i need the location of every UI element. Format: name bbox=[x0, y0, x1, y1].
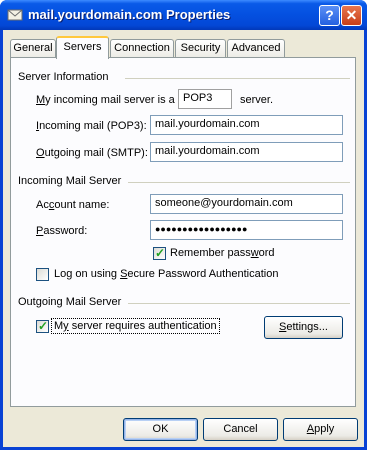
mail-account-icon bbox=[7, 9, 23, 21]
spa-label[interactable]: Log on using Secure Password Authenticat… bbox=[54, 268, 278, 280]
ok-button[interactable]: OK bbox=[123, 418, 198, 441]
incoming-mail-input[interactable]: mail.yourdomain.com bbox=[150, 115, 343, 135]
servers-panel: Server Information My incoming mail serv… bbox=[10, 57, 356, 407]
incoming-server-heading: Incoming Mail Server bbox=[18, 175, 122, 187]
incoming-server-group: Incoming Mail Server bbox=[18, 175, 350, 187]
account-name-input[interactable]: someone@yourdomain.com bbox=[150, 194, 343, 214]
server-info-group: Server Information bbox=[18, 71, 350, 83]
tab-advanced[interactable]: Advanced bbox=[227, 39, 285, 58]
server-type-field: POP3 bbox=[178, 89, 232, 109]
help-button[interactable]: ? bbox=[319, 5, 340, 26]
tab-general[interactable]: General bbox=[10, 39, 56, 58]
cancel-button[interactable]: Cancel bbox=[203, 418, 278, 441]
auth-required-checkbox[interactable]: ✓ bbox=[36, 319, 49, 333]
spa-checkbox[interactable] bbox=[36, 268, 49, 281]
outgoing-mail-input[interactable]: mail.yourdomain.com bbox=[150, 142, 343, 162]
properties-window: mail.yourdomain.com Properties ? ✕ Gener… bbox=[0, 0, 367, 450]
window-title: mail.yourdomain.com Properties bbox=[28, 7, 231, 22]
outgoing-mail-label: Outgoing mail (SMTP): bbox=[36, 147, 148, 159]
title-bar[interactable]: mail.yourdomain.com Properties ? ✕ bbox=[0, 0, 367, 30]
close-button[interactable]: ✕ bbox=[341, 5, 362, 26]
server-type-label: My incoming mail server is a bbox=[36, 94, 175, 106]
password-label: Password: bbox=[36, 225, 88, 237]
tab-security[interactable]: Security bbox=[175, 39, 226, 58]
apply-button[interactable]: Apply bbox=[283, 418, 358, 441]
checkmark-icon: ✓ bbox=[155, 246, 166, 260]
auth-required-label[interactable]: My server requires authentication bbox=[51, 318, 220, 334]
remember-password-checkbox[interactable]: ✓ bbox=[153, 246, 166, 260]
settings-button[interactable]: Settings... bbox=[264, 316, 343, 339]
group-divider bbox=[125, 78, 350, 79]
checkmark-icon: ✓ bbox=[38, 319, 49, 333]
tab-connection[interactable]: Connection bbox=[110, 39, 174, 58]
outgoing-server-heading: Outgoing Mail Server bbox=[18, 296, 122, 308]
incoming-mail-label: Incoming mail (POP3): bbox=[36, 120, 147, 132]
account-name-label: Account name: bbox=[36, 199, 110, 211]
dialog-client: General Servers Connection Security Adva… bbox=[3, 30, 364, 447]
password-input[interactable]: ●●●●●●●●●●●●●●●●● bbox=[150, 220, 343, 240]
group-divider bbox=[128, 303, 350, 304]
group-divider bbox=[128, 182, 350, 183]
outgoing-server-group: Outgoing Mail Server bbox=[18, 296, 350, 308]
server-info-heading: Server Information bbox=[18, 71, 109, 83]
server-type-suffix: server. bbox=[240, 94, 274, 106]
remember-password-label[interactable]: Remember password bbox=[170, 247, 275, 259]
tab-servers[interactable]: Servers bbox=[56, 36, 109, 59]
